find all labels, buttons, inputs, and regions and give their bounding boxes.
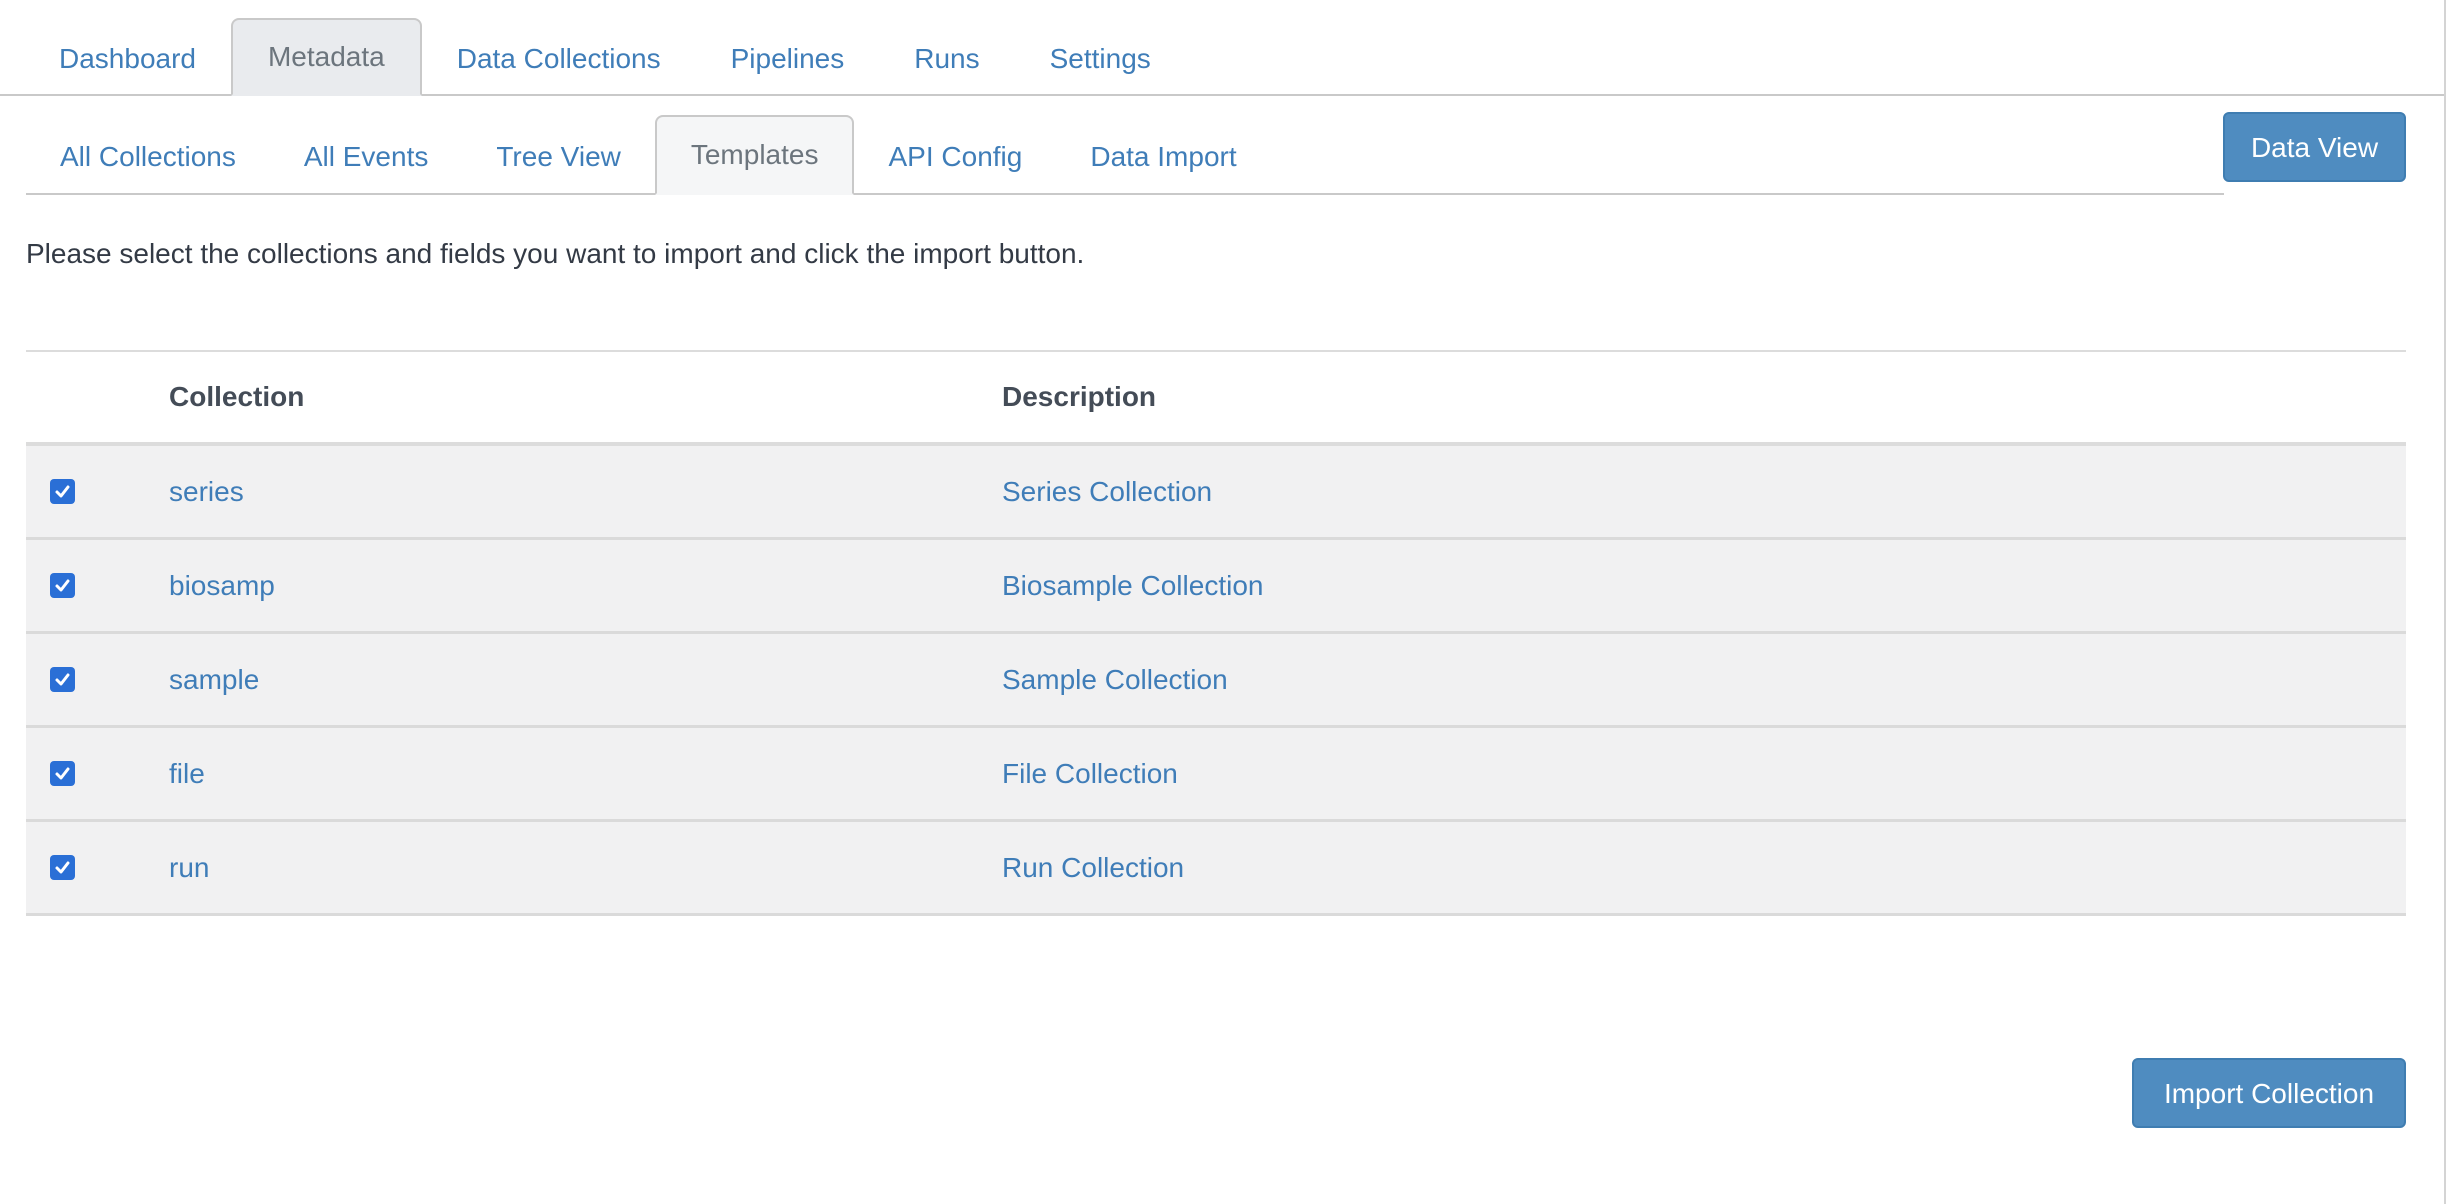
collection-name[interactable]: series (169, 476, 1002, 508)
page-right-border (2444, 0, 2446, 1204)
table-header: Collection Description (26, 352, 2406, 446)
collection-name[interactable]: biosamp (169, 570, 1002, 602)
collection-description[interactable]: Run Collection (1002, 852, 2406, 884)
row-checkbox[interactable] (50, 855, 75, 880)
row-checkbox-cell (26, 573, 169, 598)
checkmark-icon (55, 579, 70, 592)
import-collection-button[interactable]: Import Collection (2132, 1058, 2406, 1128)
checkmark-icon (55, 673, 70, 686)
data-view-button[interactable]: Data View (2223, 112, 2406, 182)
collection-name[interactable]: run (169, 852, 1002, 884)
subtab-tree-view[interactable]: Tree View (462, 119, 655, 195)
tab-runs[interactable]: Runs (879, 22, 1014, 96)
collections-table: Collection Description series Series Col… (26, 350, 2406, 916)
table-row: biosamp Biosample Collection (26, 540, 2406, 634)
subtab-all-collections[interactable]: All Collections (26, 119, 270, 195)
tab-dashboard[interactable]: Dashboard (24, 22, 231, 96)
subtab-api-config[interactable]: API Config (854, 119, 1056, 195)
row-checkbox-cell (26, 479, 169, 504)
collection-description[interactable]: Sample Collection (1002, 664, 2406, 696)
collection-description[interactable]: Series Collection (1002, 476, 2406, 508)
collection-name[interactable]: sample (169, 664, 1002, 696)
collection-description[interactable]: File Collection (1002, 758, 2406, 790)
header-description: Description (1002, 381, 1157, 412)
checkmark-icon (55, 861, 70, 874)
row-checkbox-cell (26, 761, 169, 786)
row-checkbox[interactable] (50, 667, 75, 692)
metadata-sub-tabs: All Collections All Events Tree View Tem… (26, 115, 2224, 195)
row-checkbox[interactable] (50, 573, 75, 598)
tab-pipelines[interactable]: Pipelines (696, 22, 880, 96)
instructions-text: Please select the collections and fields… (26, 238, 1085, 269)
checkmark-icon (55, 767, 70, 780)
row-checkbox-cell (26, 667, 169, 692)
table-row: sample Sample Collection (26, 634, 2406, 728)
table-row: file File Collection (26, 728, 2406, 822)
collection-name[interactable]: file (169, 758, 1002, 790)
subtab-templates[interactable]: Templates (654, 115, 855, 195)
row-checkbox-cell (26, 855, 169, 880)
table-row: run Run Collection (26, 822, 2406, 916)
row-checkbox[interactable] (50, 761, 75, 786)
row-checkbox[interactable] (50, 479, 75, 504)
collection-description[interactable]: Biosample Collection (1002, 570, 2406, 602)
main-nav-tabs: Dashboard Metadata Data Collections Pipe… (0, 18, 2444, 96)
tab-settings[interactable]: Settings (1015, 22, 1186, 96)
subtab-all-events[interactable]: All Events (270, 119, 463, 195)
tab-metadata[interactable]: Metadata (230, 18, 422, 96)
checkmark-icon (55, 485, 70, 498)
header-collection: Collection (169, 381, 305, 412)
tab-data-collections[interactable]: Data Collections (422, 22, 696, 96)
subtab-data-import[interactable]: Data Import (1056, 119, 1270, 195)
table-row: series Series Collection (26, 446, 2406, 540)
